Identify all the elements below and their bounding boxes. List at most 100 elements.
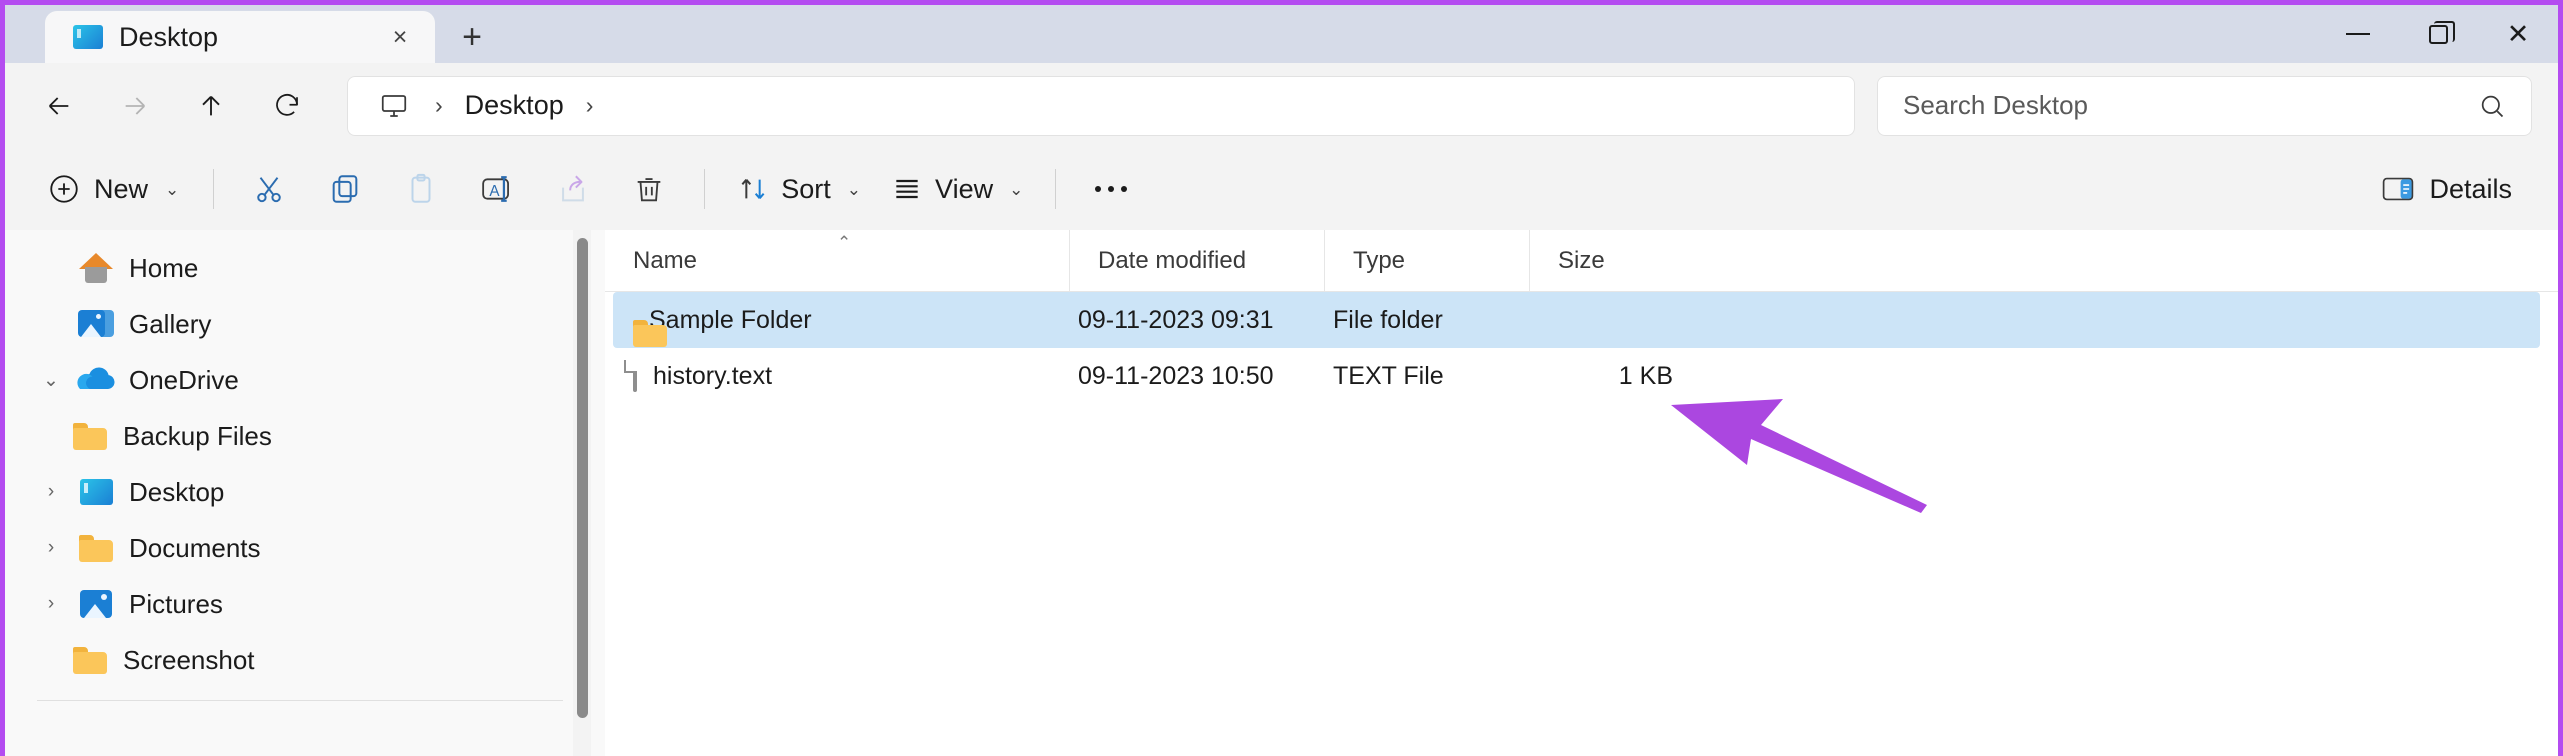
sort-button-label: Sort [781, 173, 831, 204]
chevron-right-icon[interactable]: › [29, 582, 73, 626]
view-list-icon [896, 179, 918, 199]
column-headers: ⌃ Name Date modified Type Size [605, 230, 2558, 292]
tab-desktop[interactable]: Desktop × [45, 11, 435, 63]
title-bar: Desktop × + ✕ [5, 5, 2558, 63]
sidebar-item-desktop[interactable]: › Desktop [11, 464, 581, 520]
column-header-size[interactable]: Size [1530, 230, 1665, 291]
view-button[interactable]: View ⌄ [877, 159, 1037, 219]
forward-button[interactable] [99, 77, 171, 135]
sidebar-item-label: Desktop [129, 476, 225, 507]
sidebar-item-onedrive[interactable]: ⌄ OneDrive [11, 352, 581, 408]
file-name-cell: Sample Folder [613, 306, 1078, 335]
sidebar-item-label: Documents [129, 532, 261, 563]
dot [1095, 186, 1102, 192]
file-explorer-window: Desktop × + ✕ › Desktop › Search Desktop… [0, 0, 2563, 756]
desktop-icon [73, 25, 103, 49]
navigation-bar: › Desktop › [5, 63, 2558, 148]
table-row[interactable]: Sample Folder 09-11-2023 09:31 File fold… [613, 292, 2540, 348]
new-button-label: New [94, 173, 149, 204]
window-controls: ✕ [2318, 5, 2558, 63]
sidebar-item-pictures[interactable]: › Pictures [11, 576, 581, 632]
dot [1108, 186, 1115, 192]
close-icon[interactable]: × [383, 20, 417, 54]
file-list-pane: ⌃ Name Date modified Type Size Sample Fo… [605, 230, 2558, 756]
tab-title: Desktop [119, 21, 219, 52]
chevron-down-icon: ⌄ [1009, 179, 1024, 199]
sort-button[interactable]: Sort ⌄ [723, 159, 875, 219]
restore-icon [2428, 20, 2455, 44]
cut-button[interactable] [232, 159, 306, 219]
maximize-button[interactable] [2398, 5, 2478, 63]
back-button[interactable] [23, 77, 95, 135]
file-name-cell: history.text [613, 359, 1078, 392]
see-more-button[interactable] [1074, 159, 1148, 219]
column-header-date-modified[interactable]: Date modified [1070, 230, 1325, 291]
trash-icon [637, 178, 661, 202]
table-row[interactable]: history.text 09-11-2023 10:50 TEXT File … [613, 348, 2540, 404]
folder-icon [67, 414, 113, 458]
folder-icon [67, 638, 113, 682]
sidebar-item-label: Backup Files [123, 420, 272, 451]
cloud-icon [77, 367, 115, 389]
sort-ascending-icon: ⌃ [837, 233, 852, 252]
rename-icon: A [482, 176, 510, 202]
sidebar-scrollbar-thumb[interactable] [577, 238, 588, 718]
details-pane-button[interactable]: Details [2365, 159, 2528, 219]
file-type-cell: TEXT File [1333, 361, 1444, 390]
sidebar-item-backup-files[interactable]: Backup Files [11, 408, 581, 464]
file-name-label: Sample Folder [649, 305, 812, 334]
refresh-button[interactable] [251, 77, 323, 135]
file-size-cell: 1 KB [1618, 361, 1673, 390]
breadcrumb-segment-desktop[interactable]: Desktop [459, 90, 570, 121]
file-type-cell: File folder [1333, 305, 1443, 334]
chevron-right-icon[interactable]: › [29, 526, 73, 570]
new-button[interactable]: New ⌄ [31, 159, 195, 219]
copy-button[interactable] [308, 159, 382, 219]
chevron-down-icon[interactable]: ⌄ [29, 358, 73, 402]
toolbar-divider-3 [1055, 169, 1057, 209]
desktop-icon [73, 470, 119, 514]
column-header-name[interactable]: ⌃ Name [605, 230, 1070, 291]
paste-button[interactable] [384, 159, 458, 219]
breadcrumb-separator-2[interactable]: › [576, 94, 604, 117]
chevron-right-icon[interactable]: › [29, 470, 73, 514]
close-icon: ✕ [2506, 18, 2530, 49]
twisty-placeholder [29, 246, 73, 290]
new-tab-button[interactable]: + [435, 11, 509, 63]
column-header-type[interactable]: Type [1325, 230, 1530, 291]
tab-strip: Desktop × + [5, 5, 509, 63]
twisty-placeholder [29, 302, 73, 346]
toolbar-divider-2 [704, 169, 706, 209]
scissors-icon [257, 177, 282, 203]
onedrive-icon [73, 358, 119, 402]
breadcrumb-separator: › [435, 92, 443, 118]
up-button[interactable] [175, 77, 247, 135]
sidebar-item-home[interactable]: Home [11, 240, 581, 296]
delete-button[interactable] [612, 159, 686, 219]
arrow-up-icon [202, 95, 220, 115]
share-button[interactable] [536, 159, 610, 219]
sidebar-item-label: Home [129, 252, 199, 283]
sort-icon [741, 179, 765, 199]
address-bar[interactable]: › Desktop › [347, 75, 1855, 136]
sidebar-item-screenshot[interactable]: Screenshot [11, 632, 581, 688]
file-date-cell: 09-11-2023 09:31 [1078, 305, 1274, 334]
column-header-label: Name [633, 246, 698, 274]
search-box[interactable] [1877, 75, 2532, 136]
sidebar-divider [37, 700, 563, 701]
column-header-label: Type [1353, 246, 1406, 274]
minimize-button[interactable] [2318, 5, 2398, 63]
arrow-right-icon [125, 96, 145, 115]
this-pc-icon[interactable] [369, 91, 419, 121]
home-icon [73, 246, 119, 290]
details-button-label: Details [2429, 173, 2512, 204]
sidebar-item-documents[interactable]: › Documents [11, 520, 581, 576]
search-input[interactable] [1903, 90, 2478, 121]
arrow-left-icon [49, 96, 69, 115]
sidebar-item-gallery[interactable]: Gallery [11, 296, 581, 352]
close-window-button[interactable]: ✕ [2478, 5, 2558, 63]
command-bar: New ⌄ A Sort ⌄ View ⌄ Details [5, 148, 2558, 230]
rename-button[interactable]: A [460, 159, 534, 219]
svg-text:A: A [490, 183, 501, 200]
details-pane-icon [2383, 177, 2414, 201]
